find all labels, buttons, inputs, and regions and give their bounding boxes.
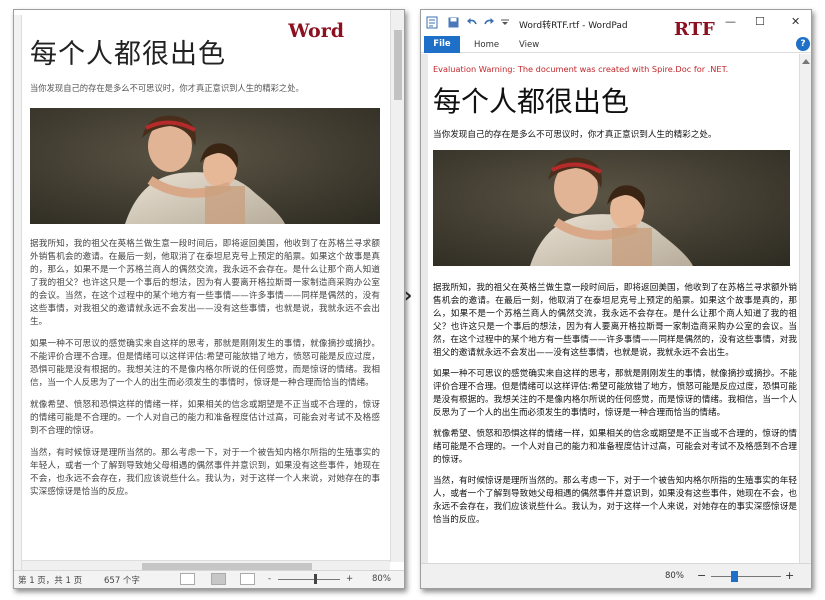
wordpad-window: Word转RTF.rtf - WordPad — ☐ ✕ RTF File Ho…	[420, 9, 812, 589]
wordpad-document[interactable]: Evaluation Warning: The document was cre…	[428, 54, 803, 565]
wordpad-status-bar: 80% − +	[421, 563, 811, 588]
tab-file[interactable]: File	[424, 36, 460, 53]
word-vertical-scrollbar[interactable]	[390, 10, 404, 562]
wordpad-paragraph: 如果一种不可思议的感觉确实来自这样的思考，那就是刚刚发生的事情，就像摘抄或摘抄。…	[433, 369, 797, 418]
word-vscroll-thumb[interactable]	[394, 30, 402, 100]
undo-icon[interactable]	[466, 17, 478, 28]
word-doc-subtitle: 当你发现自己的存在是多么不可思议时，你才真正意识到人生的精彩之处。	[30, 83, 304, 93]
wordpad-vertical-scrollbar[interactable]	[799, 54, 811, 565]
wordpad-paragraph: 当然，有时候惊讶是理所当然的。那么考虑一下，对于一个被告知内格尔所指的生殖事实的…	[433, 476, 797, 525]
wordpad-window-title: Word转RTF.rtf - WordPad	[519, 21, 628, 31]
word-zoom-in-button[interactable]: +	[346, 574, 353, 584]
wordpad-paragraph: 据我所知，我的祖父在英格兰做生意一段时间后，即将返回美国，他收到了在苏格兰寻求额…	[433, 283, 797, 358]
wordpad-painting-image	[433, 150, 790, 266]
redo-icon[interactable]	[483, 17, 495, 28]
word-zoom-slider[interactable]	[278, 579, 340, 580]
word-hscroll-thumb[interactable]	[142, 563, 312, 570]
tab-home[interactable]: Home	[474, 40, 499, 50]
word-document[interactable]: 每个人都很出色 当你发现自己的存在是多么不可思议时，你才真正意识到人生的精彩之处…	[30, 38, 380, 558]
word-doc-title: 每个人都很出色	[30, 39, 226, 70]
print-layout-button[interactable]	[211, 573, 226, 585]
ribbon-tabs: File Home View ?	[421, 36, 811, 53]
word-painting-image	[30, 108, 380, 224]
word-zoom-out-button[interactable]: -	[268, 574, 271, 584]
wordpad-doc-title: 每个人都很出色	[433, 85, 630, 118]
word-paragraph: 据我所知，我的祖父在英格兰做生意一段时间后，即将返回美国，他收到了在苏格兰寻求额…	[30, 239, 380, 327]
word-paragraph: 就像希望、愤怒和恐惧这样的情绪一样，如果相关的信念或期望是不正当或不合理的，惊讶…	[30, 400, 380, 436]
read-mode-button[interactable]	[180, 573, 195, 585]
word-zoom-thumb[interactable]	[314, 574, 317, 584]
page-count: 第 1 页，共 1 页	[18, 576, 83, 586]
wordpad-doc-subtitle: 当你发现自己的存在是多么不可思议时，你才真正意识到人生的精彩之处。	[433, 130, 717, 140]
quick-access-dropdown-icon[interactable]	[501, 19, 509, 26]
wordpad-zoom-level: 80%	[665, 571, 684, 581]
wordpad-app-icon	[426, 16, 438, 29]
close-button[interactable]: ✕	[791, 15, 800, 28]
word-paragraph: 如果一种不可思议的感觉确实来自这样的思考，那就是刚刚发生的事情，就像摘抄或摘抄。…	[30, 339, 380, 388]
minimize-button[interactable]: —	[725, 15, 736, 28]
wordpad-paragraph: 就像希望、愤怒和恐惧这样的情绪一样，如果相关的信念或期望是不正当或不合理的，惊讶…	[433, 429, 797, 465]
vertical-ruler	[14, 15, 22, 570]
arrow-icon: ›	[404, 283, 413, 307]
word-window: Word 每个人都很出色 当你发现自己的存在是多么不可思议时，你才真正意识到人生…	[13, 9, 405, 589]
tab-view[interactable]: View	[519, 40, 539, 50]
wordpad-zoom-slider[interactable]	[711, 576, 781, 577]
word-count: 657 个字	[104, 576, 140, 586]
comparison-screen: Word 每个人都很出色 当你发现自己的存在是多么不可思议时，你才真正意识到人生…	[0, 0, 825, 600]
word-zoom-level: 80%	[372, 574, 391, 584]
save-icon[interactable]	[448, 17, 459, 28]
word-paragraph: 当然，有时候惊讶是理所当然的。那么考虑一下，对于一个被告知内格尔所指的生殖事实的…	[30, 448, 380, 497]
web-layout-button[interactable]	[240, 573, 255, 585]
maximize-button[interactable]: ☐	[755, 15, 765, 28]
wordpad-zoom-thumb[interactable]	[731, 571, 738, 582]
word-status-bar: 第 1 页，共 1 页 657 个字 - + 80%	[14, 570, 404, 588]
scroll-up-icon[interactable]	[802, 58, 810, 64]
evaluation-warning: Evaluation Warning: The document was cre…	[433, 64, 729, 74]
wordpad-zoom-out-button[interactable]: −	[697, 569, 706, 582]
help-icon[interactable]: ?	[796, 37, 810, 51]
wordpad-titlebar: Word转RTF.rtf - WordPad — ☐ ✕	[421, 10, 811, 36]
wordpad-zoom-in-button[interactable]: +	[785, 569, 794, 582]
